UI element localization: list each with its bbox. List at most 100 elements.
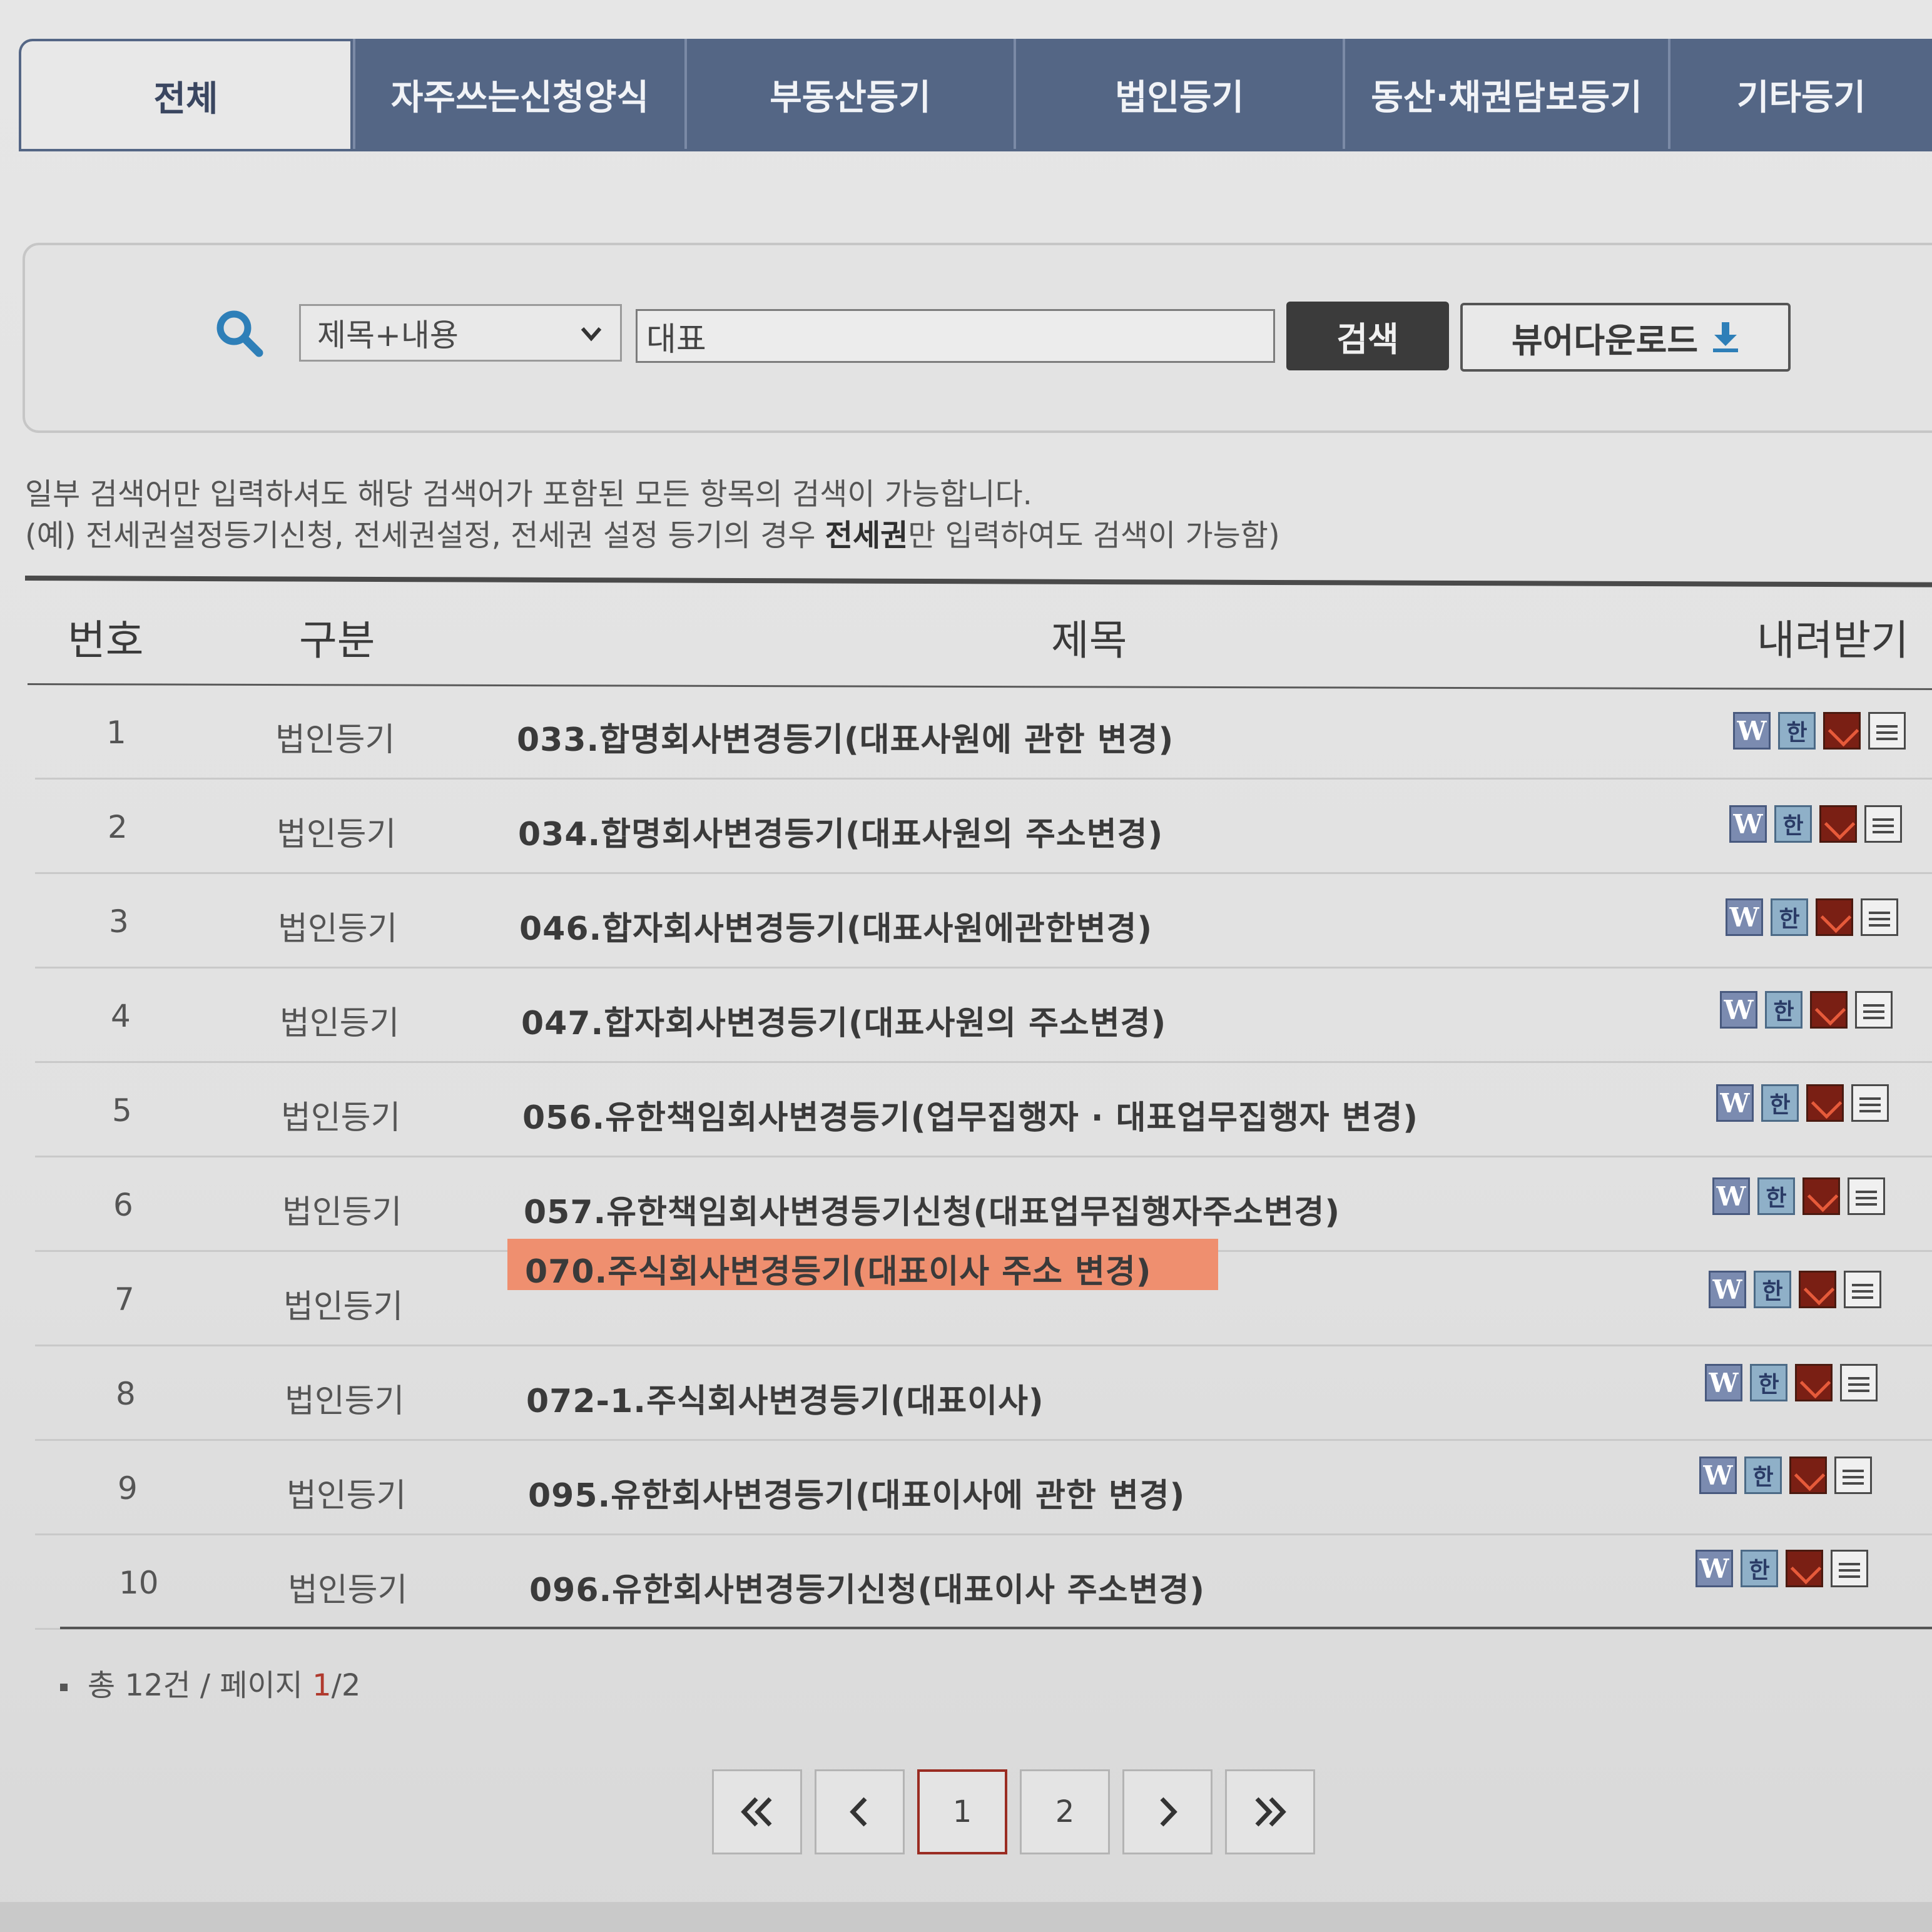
- document-icon[interactable]: [1840, 1364, 1878, 1401]
- pdf-icon[interactable]: [1823, 712, 1861, 750]
- hwp-icon[interactable]: 한: [1750, 1364, 1787, 1401]
- header-title: 제목: [1051, 616, 1127, 664]
- word-icon[interactable]: W: [1726, 898, 1763, 936]
- document-icon[interactable]: [1868, 712, 1906, 750]
- tab-corporate[interactable]: 법인등기: [1014, 39, 1343, 150]
- hwp-icon[interactable]: 한: [1765, 991, 1802, 1029]
- pdf-icon[interactable]: [1806, 1084, 1844, 1122]
- table-row: 1 법인등기 033.합명회사변경등기(대표사원에 관한 변경) W 한: [0, 686, 1932, 780]
- row-title-link[interactable]: 095.유한회사변경등기(대표이사에 관한 변경): [528, 1469, 1185, 1516]
- row-title-link[interactable]: 072-1.주식회사변경등기(대표이사): [526, 1375, 1044, 1421]
- search-button[interactable]: 검색: [1286, 302, 1449, 370]
- last-page-button[interactable]: [1225, 1769, 1315, 1854]
- tab-movable-collateral[interactable]: 동산·채권담보등기: [1343, 39, 1668, 150]
- tab-frequent-forms[interactable]: 자주쓰는신청양식: [353, 39, 684, 150]
- summary-separator: /: [331, 1668, 342, 1703]
- hwp-icon[interactable]: 한: [1754, 1271, 1791, 1308]
- prev-page-button[interactable]: [815, 1769, 905, 1854]
- tab-other[interactable]: 기타등기: [1668, 39, 1932, 150]
- viewer-download-label: 뷰어다운로드: [1511, 320, 1699, 360]
- header-category: 구분: [299, 616, 375, 664]
- document-icon[interactable]: [1831, 1550, 1868, 1587]
- word-icon[interactable]: W: [1709, 1271, 1746, 1308]
- hwp-icon[interactable]: 한: [1771, 898, 1808, 936]
- row-title-link[interactable]: 056.유한책임회사변경등기(업무집행자 · 대표업무집행자 변경): [522, 1091, 1418, 1138]
- chevron-right-icon: [1160, 1797, 1177, 1827]
- word-icon[interactable]: W: [1712, 1177, 1750, 1215]
- row-divider: [35, 1061, 1932, 1063]
- hwp-icon[interactable]: 한: [1744, 1457, 1782, 1494]
- row-divider: [35, 1533, 1932, 1535]
- row-category: 법인등기: [283, 1288, 404, 1326]
- row-title-link[interactable]: 047.합자회사변경등기(대표사원의 주소변경): [521, 997, 1166, 1044]
- table-row: 5 법인등기 056.유한책임회사변경등기(업무집행자 · 대표업무집행자 변경) W…: [0, 1064, 1932, 1157]
- row-title-link[interactable]: 070.주식회사변경등기(대표이사 주소 변경): [525, 1245, 1151, 1292]
- document-icon[interactable]: [1855, 991, 1893, 1029]
- hwp-icon[interactable]: 한: [1778, 712, 1816, 750]
- row-category: 법인등기: [275, 721, 395, 759]
- pdf-icon[interactable]: [1799, 1271, 1836, 1308]
- row-download-icons: W한: [1699, 1457, 1872, 1494]
- row-download-icons: W한: [1733, 712, 1906, 750]
- row-category: 법인등기: [281, 1099, 401, 1137]
- page: 전체 자주쓰는신청양식 부동산등기 법인등기 동산·채권담보등기 기타등기 제목…: [0, 0, 1932, 1932]
- row-divider: [35, 1345, 1932, 1346]
- download-icon: [1713, 322, 1739, 352]
- pdf-icon[interactable]: [1795, 1364, 1833, 1401]
- viewer-download-button[interactable]: 뷰어다운로드: [1460, 303, 1791, 372]
- row-title-link[interactable]: 046.합자회사변경등기(대표사원에관한변경): [519, 902, 1152, 949]
- tabs-divider: [19, 149, 1932, 151]
- document-icon[interactable]: [1844, 1271, 1881, 1308]
- row-number: 3: [109, 903, 129, 940]
- search-icon: [216, 310, 263, 357]
- word-icon[interactable]: W: [1733, 712, 1771, 750]
- search-input[interactable]: 대표: [636, 309, 1275, 363]
- row-title-link[interactable]: 034.합명회사변경등기(대표사원의 주소변경): [518, 808, 1163, 855]
- pagination: 1 2: [712, 1769, 1315, 1854]
- hwp-icon[interactable]: 한: [1757, 1177, 1795, 1215]
- first-page-button[interactable]: [712, 1769, 802, 1854]
- word-icon[interactable]: W: [1705, 1364, 1742, 1401]
- hwp-icon[interactable]: 한: [1741, 1550, 1778, 1587]
- hwp-icon[interactable]: 한: [1761, 1084, 1799, 1122]
- pdf-icon[interactable]: [1786, 1550, 1823, 1587]
- document-icon[interactable]: [1848, 1177, 1885, 1215]
- pdf-icon[interactable]: [1816, 898, 1853, 936]
- document-icon[interactable]: [1861, 898, 1898, 936]
- page-button-1[interactable]: 1: [917, 1769, 1007, 1854]
- row-download-icons: W한: [1709, 1271, 1881, 1308]
- table-row: 7 법인등기 070.주식회사변경등기(대표이사 주소 변경) W 한: [0, 1239, 1932, 1346]
- search-field-select[interactable]: 제목+내용: [299, 304, 622, 362]
- table-top-border: [24, 576, 1932, 587]
- row-download-icons: W한: [1729, 805, 1902, 843]
- hwp-icon[interactable]: 한: [1774, 805, 1812, 843]
- pdf-icon[interactable]: [1810, 991, 1848, 1029]
- result-summary: 총 12건 / 페이지 1/2: [60, 1660, 360, 1704]
- row-category: 법인등기: [285, 1383, 405, 1420]
- word-icon[interactable]: W: [1729, 805, 1767, 843]
- summary-current-page: 1: [312, 1668, 332, 1703]
- table-row: 6 법인등기 057.유한책임회사변경등기신청(대표업무집행자주소변경) W 한: [0, 1158, 1932, 1252]
- row-title-link[interactable]: 057.유한책임회사변경등기신청(대표업무집행자주소변경): [524, 1186, 1340, 1233]
- row-download-icons: W한: [1705, 1364, 1878, 1401]
- chevron-left-icon: [850, 1797, 867, 1827]
- document-icon[interactable]: [1864, 805, 1902, 843]
- next-page-button[interactable]: [1122, 1769, 1213, 1854]
- tab-all[interactable]: 전체: [19, 39, 353, 150]
- row-title-link[interactable]: 033.합명회사변경등기(대표사원에 관한 변경): [517, 713, 1174, 760]
- pdf-icon[interactable]: [1789, 1457, 1827, 1494]
- row-download-icons: W한: [1712, 1177, 1885, 1215]
- pdf-icon[interactable]: [1802, 1177, 1840, 1215]
- row-title-link[interactable]: 096.유한회사변경등기신청(대표이사 주소변경): [529, 1563, 1205, 1610]
- pdf-icon[interactable]: [1819, 805, 1857, 843]
- word-icon[interactable]: W: [1720, 991, 1757, 1029]
- page-button-2[interactable]: 2: [1020, 1769, 1110, 1854]
- word-icon[interactable]: W: [1699, 1457, 1737, 1494]
- row-number: 1: [106, 714, 126, 751]
- document-icon[interactable]: [1851, 1084, 1889, 1122]
- double-chevron-right-icon: [1255, 1797, 1286, 1827]
- tab-real-estate[interactable]: 부동산등기: [684, 39, 1014, 150]
- word-icon[interactable]: W: [1716, 1084, 1754, 1122]
- word-icon[interactable]: W: [1696, 1550, 1733, 1587]
- document-icon[interactable]: [1834, 1457, 1872, 1494]
